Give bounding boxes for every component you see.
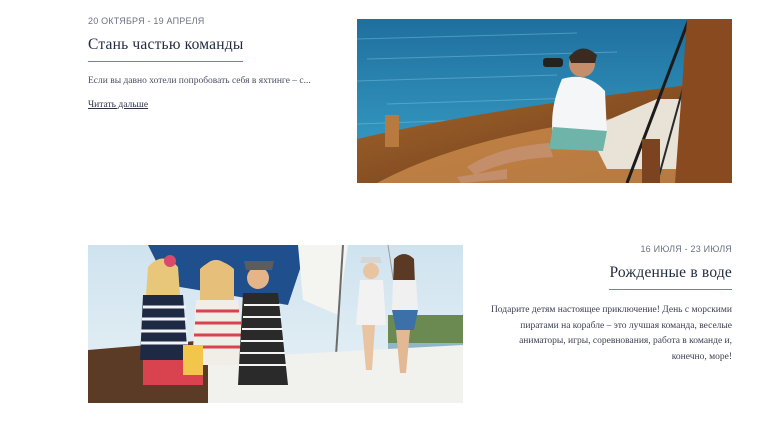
read-more-link[interactable]: Читать дальше: [88, 100, 148, 110]
event-card-text-1: 20 ОКТЯБРЯ - 19 АПРЕЛЯ Стань частью кома…: [88, 16, 340, 112]
event-card-text-2: 16 ИЮЛЯ - 23 ИЮЛЯ Рожденные в воде Подар…: [488, 244, 732, 365]
event-title[interactable]: Стань частью команды: [88, 36, 244, 62]
event-description: Подарите детям настоящее приключение! Де…: [490, 305, 732, 362]
event-date: 16 ИЮЛЯ - 23 ИЮЛЯ: [640, 244, 732, 254]
event-image-yacht-man[interactable]: [357, 19, 732, 183]
event-image-kids-boat[interactable]: [88, 245, 463, 403]
event-excerpt: Если вы давно хотели попробовать себя в …: [88, 76, 311, 86]
event-title[interactable]: Рожденные в воде: [609, 264, 732, 290]
events-page: 20 ОКТЯБРЯ - 19 АПРЕЛЯ Стань частью кома…: [0, 0, 780, 442]
event-date: 20 ОКТЯБРЯ - 19 АПРЕЛЯ: [88, 16, 205, 26]
